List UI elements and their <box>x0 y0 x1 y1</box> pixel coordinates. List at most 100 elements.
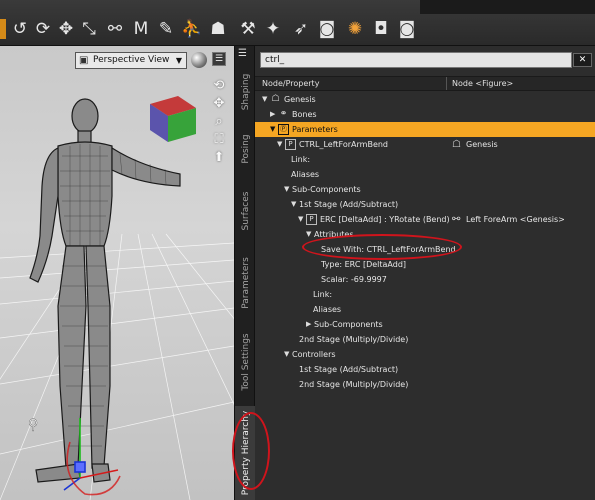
move-icon[interactable]: ✥ <box>55 18 77 40</box>
tree-row-label: Aliases <box>313 305 342 314</box>
tree-row-first-stage[interactable]: ▼ 1st Stage (Add/Subtract) <box>255 197 595 212</box>
figure-icon[interactable]: ⛹ <box>181 18 203 40</box>
tree-row-label: 2nd Stage (Multiply/Divide) <box>299 380 409 389</box>
tree-row-second-stage[interactable]: 2nd Stage (Multiply/Divide) <box>255 332 595 347</box>
light-icon[interactable]: ✺ <box>344 18 366 40</box>
tree-row-node-value: Left ForeArm <Genesis> <box>466 215 565 224</box>
tree-row-label: Aliases <box>291 170 320 179</box>
tab-shaping[interactable]: Shaping <box>235 64 256 120</box>
expand-toggle-icon[interactable]: ▼ <box>291 197 296 212</box>
expand-toggle-icon[interactable]: ▼ <box>298 212 303 227</box>
morph-icon[interactable]: ⚒ <box>237 18 259 40</box>
main-toolbar: ↺ ⟳ ✥ ⤡ ⚯ M ✎ ⛹ ☗ ⚒ ✦ ➶ ◙ ✺ ◘ ◙ <box>0 0 595 46</box>
expand-toggle-icon[interactable]: ▼ <box>270 122 275 137</box>
tree-row-label: Scalar: -69.9997 <box>321 275 387 284</box>
tree-row-aliases[interactable]: Aliases <box>255 167 595 182</box>
tree-row-ctrl-property[interactable]: ▼ P CTRL_LeftForArmBend ☖ Genesis <box>255 137 595 152</box>
tree-row-label: Link: <box>313 290 333 299</box>
pointer-swirl-icon[interactable]: ↺ <box>9 18 31 40</box>
search-input[interactable]: ctrl_ <box>260 52 572 68</box>
pointer-icon[interactable]: ➶ <box>290 18 312 40</box>
bone-icon[interactable]: ✦ <box>262 18 284 40</box>
tree-row-label: 2nd Stage (Multiply/Divide) <box>299 335 409 344</box>
render-icon[interactable]: ◙ <box>316 18 338 40</box>
property-hierarchy-panel: ctrl_ ✕ Node/Property Node <Figure> ▼ ☖ … <box>255 46 595 500</box>
tree-row-label: Sub-Components <box>292 185 361 194</box>
property-icon: P <box>285 139 296 150</box>
view-cube[interactable] <box>150 96 196 142</box>
joint-icon[interactable]: ⚯ <box>104 18 126 40</box>
tree-row-link-2[interactable]: Link: <box>255 287 595 302</box>
tree-row-label: Link: <box>291 155 311 164</box>
tree-row-node-value: Genesis <box>466 140 498 149</box>
floor-grid: ⚲ <box>0 96 234 500</box>
node-icon[interactable]: M <box>130 18 152 40</box>
draw-style-sphere-icon[interactable] <box>191 52 207 68</box>
figure-marker-icon: ⚲ <box>28 417 38 433</box>
expand-toggle-icon[interactable]: ▶ <box>306 317 311 332</box>
expand-toggle-icon[interactable]: ▼ <box>284 347 289 362</box>
tree-row-label: 1st Stage (Add/Subtract) <box>299 365 399 374</box>
annotation-circle-property-hierarchy-tab <box>232 412 270 490</box>
tree-row-label: Parameters <box>292 125 338 134</box>
panel-menu-icon[interactable]: ☰ <box>238 48 251 59</box>
toolbar-scroll-handle[interactable] <box>0 19 6 39</box>
frame-icon[interactable]: ⛶ <box>211 132 227 148</box>
column-header-node[interactable]: Node <Figure> <box>452 77 513 90</box>
figure-icon: ☖ <box>452 139 461 150</box>
expand-toggle-icon[interactable]: ▶ <box>270 107 275 122</box>
tree-row-parameters[interactable]: ▼ Ⓟ Parameters <box>255 122 595 137</box>
camera-view-icon: ▣ <box>79 55 89 66</box>
tree-row-sub-components[interactable]: ▼ Sub-Components <box>255 182 595 197</box>
tab-posing[interactable]: Posing <box>235 122 256 176</box>
tab-parameters[interactable]: Parameters <box>235 246 256 320</box>
parameters-icon: Ⓟ <box>278 124 289 135</box>
settings-camera-icon[interactable]: ◙ <box>396 18 418 40</box>
tree-row-label: CTRL_LeftForArmBend <box>299 140 389 149</box>
app-window: ↺ ⟳ ✥ ⤡ ⚯ M ✎ ⛹ ☗ ⚒ ✦ ➶ ◙ ✺ ◘ ◙ ⚲ ▣ Pers… <box>0 0 595 500</box>
pan-icon[interactable]: ✥ <box>211 96 227 112</box>
chevron-down-icon: ▼ <box>175 56 182 65</box>
expand-toggle-icon[interactable]: ▼ <box>262 92 267 107</box>
tree-row-sub-components-2[interactable]: ▶ Sub-Components <box>255 317 595 332</box>
tree-row-controllers-first-stage[interactable]: 1st Stage (Add/Subtract) <box>255 362 595 377</box>
camera-icon[interactable]: ◘ <box>370 18 392 40</box>
clear-search-button[interactable]: ✕ <box>573 53 592 67</box>
paint-icon[interactable]: ✎ <box>155 18 177 40</box>
rotate-orbit-icon[interactable]: ⟲ <box>211 78 227 94</box>
home-icon[interactable]: ⬆ <box>211 150 227 166</box>
zoom-icon[interactable]: ⌕ <box>211 114 227 130</box>
rotate-icon[interactable]: ⟳ <box>32 18 54 40</box>
tree-row-type[interactable]: Type: ERC [DeltaAdd] <box>255 257 595 272</box>
tree-row-controllers-second-stage[interactable]: 2nd Stage (Multiply/Divide) <box>255 377 595 392</box>
tree-row-label: 1st Stage (Add/Subtract) <box>299 200 399 209</box>
figure-icon: ☖ <box>271 94 280 104</box>
scale-icon[interactable]: ⤡ <box>78 18 100 40</box>
tree-row-label: ERC [DeltaAdd] : YRotate (Bend) <box>320 215 450 224</box>
bones-icon: ⚭ <box>279 109 288 119</box>
tree-row-label: Bones <box>292 110 317 119</box>
tab-tool-settings[interactable]: Tool Settings <box>235 322 256 402</box>
tree-row-link[interactable]: Link: <box>255 152 595 167</box>
tree-row-erc[interactable]: ▼ P ERC [DeltaAdd] : YRotate (Bend) ⚯ Le… <box>255 212 595 227</box>
tab-surfaces[interactable]: Surfaces <box>235 178 256 244</box>
figure-mesh <box>29 98 181 483</box>
tree-row-scalar[interactable]: Scalar: -69.9997 <box>255 272 595 287</box>
tree-row-genesis[interactable]: ▼ ☖ Genesis <box>255 92 595 107</box>
expand-toggle-icon[interactable]: ▼ <box>306 227 311 242</box>
figure-select-icon[interactable]: ☗ <box>207 18 229 40</box>
viewport-menu-icon[interactable]: ☰ <box>212 52 226 66</box>
tree-row-label: Sub-Components <box>314 320 383 329</box>
tree-row-label: Genesis <box>284 95 316 104</box>
3d-viewport[interactable]: ⚲ ▣ Perspective View ▼ ☰ ⟲ ✥ ⌕ ⛶ ⬆ <box>0 46 234 500</box>
property-icon: P <box>306 214 317 225</box>
expand-toggle-icon[interactable]: ▼ <box>277 137 282 152</box>
tree-row-controllers[interactable]: ▼ Controllers <box>255 347 595 362</box>
tree-row-label: Controllers <box>292 350 336 359</box>
column-separator[interactable] <box>446 77 447 90</box>
tree-row-bones[interactable]: ▶ ⚭ Bones <box>255 107 595 122</box>
expand-toggle-icon[interactable]: ▼ <box>284 182 289 197</box>
column-header-node-property[interactable]: Node/Property <box>262 77 319 90</box>
tree-row-aliases-2[interactable]: Aliases <box>255 302 595 317</box>
view-select[interactable]: ▣ Perspective View ▼ <box>75 52 187 69</box>
